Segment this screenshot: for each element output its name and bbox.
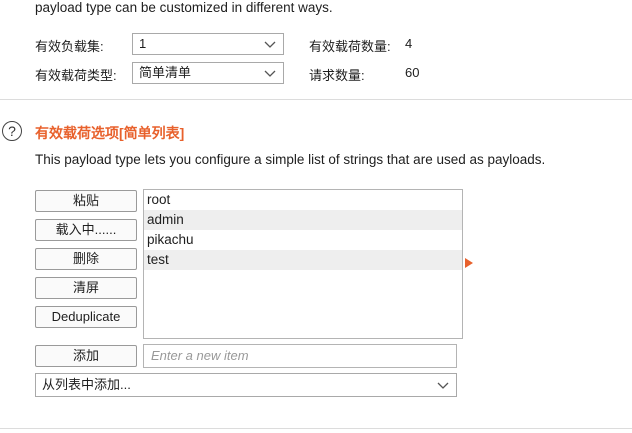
request-count-value: 60 [405, 65, 420, 80]
request-count-label: 请求数量: [309, 68, 365, 83]
help-icon[interactable]: ? [2, 121, 22, 141]
list-item[interactable]: pikachu [144, 230, 462, 250]
payload-count-value: 4 [405, 36, 413, 51]
payload-count-label: 有效载荷数量: [309, 39, 391, 54]
add-button[interactable]: 添加 [35, 345, 137, 367]
load-button[interactable]: 载入中...... [35, 219, 137, 241]
payload-type-label: 有效载荷类型: [35, 68, 117, 83]
bottom-divider [0, 428, 632, 429]
chevron-down-icon [264, 70, 276, 77]
list-item[interactable]: admin [144, 210, 462, 230]
payload-set-label: 有效负载集: [35, 39, 104, 54]
section-description: This payload type lets you configure a s… [35, 152, 546, 167]
chevron-down-icon [437, 382, 449, 389]
paste-button[interactable]: 粘贴 [35, 190, 137, 212]
list-item[interactable]: root [144, 190, 462, 210]
triangle-right-icon [465, 258, 473, 268]
payload-type-select[interactable]: 简单清单 [132, 62, 284, 84]
payload-set-value: 1 [139, 36, 147, 51]
remove-button[interactable]: 删除 [35, 248, 137, 270]
intro-text: payload type can be customized in differ… [35, 0, 333, 15]
section-divider [0, 99, 632, 100]
list-item[interactable]: test [144, 250, 462, 270]
payload-type-value: 简单清单 [139, 65, 192, 80]
payload-set-select[interactable]: 1 [132, 33, 284, 55]
add-from-list-value: 从列表中添加... [42, 377, 131, 392]
new-item-input[interactable]: Enter a new item [143, 344, 457, 368]
add-from-list-select[interactable]: 从列表中添加... [35, 373, 457, 397]
clear-button[interactable]: 清屏 [35, 277, 137, 299]
deduplicate-button[interactable]: Deduplicate [35, 306, 137, 328]
chevron-down-icon [264, 41, 276, 48]
payload-list[interactable]: root admin pikachu test [143, 189, 463, 339]
section-title: 有效载荷选项[简单列表] [35, 125, 185, 141]
